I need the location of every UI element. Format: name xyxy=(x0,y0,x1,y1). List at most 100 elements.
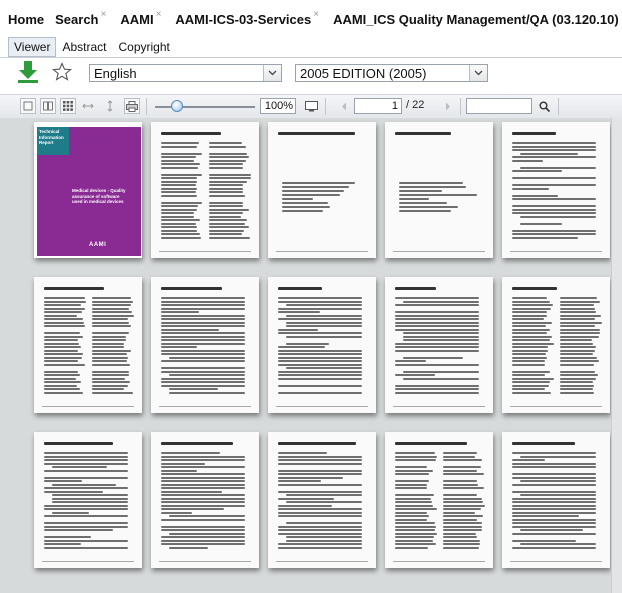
text-line xyxy=(443,525,483,528)
text-line xyxy=(209,205,244,207)
fullscreen-button[interactable] xyxy=(303,98,319,114)
close-tab-aami-ics-services-icon[interactable]: × xyxy=(313,9,319,20)
text-line xyxy=(443,511,476,514)
text-line xyxy=(161,156,196,158)
tab-viewer[interactable]: Viewer xyxy=(8,37,57,57)
text-line xyxy=(44,297,86,299)
text-line xyxy=(92,346,125,348)
two-page-view-button[interactable] xyxy=(40,98,56,114)
page-footer-line xyxy=(276,406,368,407)
close-tab-aami-icon[interactable]: × xyxy=(156,9,162,20)
fit-width-button[interactable] xyxy=(80,98,96,114)
text-line xyxy=(161,335,245,338)
zoom-input[interactable]: 100% xyxy=(260,98,296,114)
text-line xyxy=(278,504,333,507)
search-button[interactable] xyxy=(536,98,552,114)
text-line xyxy=(44,335,83,338)
thumbnail-viewer[interactable]: Technical Information Report ...........… xyxy=(0,118,622,593)
page-thumbnail[interactable] xyxy=(502,277,610,413)
page-thumbnail[interactable] xyxy=(502,432,610,568)
text-line xyxy=(92,335,126,338)
text-line xyxy=(161,377,245,380)
next-page-button[interactable] xyxy=(440,98,456,114)
text-line xyxy=(209,233,243,235)
page-thumbnail[interactable] xyxy=(151,122,259,258)
text-line xyxy=(92,300,133,303)
text-line xyxy=(443,459,482,461)
text-line xyxy=(512,145,596,148)
page-thumbnail[interactable] xyxy=(34,277,142,413)
vertical-scrollbar[interactable] xyxy=(611,118,622,593)
breadcrumb-aami-ics-services[interactable]: AAMI-ICS-03-Services × xyxy=(175,9,319,27)
text-line xyxy=(282,182,356,184)
edition-select[interactable]: 2005 EDITION (2005) xyxy=(295,64,488,82)
print-button[interactable] xyxy=(124,98,140,114)
favorite-star-icon[interactable] xyxy=(52,62,72,82)
text-line xyxy=(52,511,90,514)
text-line xyxy=(512,205,596,207)
page-thumbnail[interactable] xyxy=(385,122,493,258)
breadcrumb-aami[interactable]: AAMI × xyxy=(120,9,162,27)
text-line xyxy=(395,388,479,390)
chevron-down-icon xyxy=(263,65,281,81)
text-line xyxy=(443,536,478,538)
language-select[interactable]: English xyxy=(89,64,282,82)
chevron-left-icon xyxy=(342,102,346,110)
text-line xyxy=(278,525,362,528)
previous-page-button[interactable] xyxy=(336,98,352,114)
text-line xyxy=(161,480,245,482)
page-total: / 22 xyxy=(406,99,425,111)
page-thumbnail[interactable] xyxy=(502,122,610,258)
thumbnail-grid-button[interactable] xyxy=(60,98,76,114)
text-line xyxy=(161,321,245,324)
text-line xyxy=(395,459,437,461)
page-thumbnail[interactable] xyxy=(34,432,142,568)
download-icon[interactable] xyxy=(16,60,40,84)
text-line xyxy=(92,304,132,306)
tab-copyright[interactable]: Copyright xyxy=(112,37,175,57)
text-line xyxy=(512,360,546,362)
text-line xyxy=(512,518,596,521)
page-thumbnail[interactable] xyxy=(385,277,493,413)
text-line xyxy=(395,543,436,545)
text-line xyxy=(512,501,596,503)
text-line xyxy=(92,349,131,352)
page-thumbnail[interactable] xyxy=(151,432,259,568)
text-line xyxy=(44,462,128,465)
text-line xyxy=(209,166,243,169)
breadcrumb-home[interactable]: Home xyxy=(8,12,44,27)
page-thumbnail[interactable] xyxy=(268,122,376,258)
page-thumbnail[interactable] xyxy=(268,277,376,413)
text-line xyxy=(278,459,362,461)
text-line xyxy=(395,452,435,454)
zoom-slider-thumb[interactable] xyxy=(171,100,183,112)
text-line xyxy=(512,532,596,535)
text-line xyxy=(560,353,594,355)
text-line xyxy=(512,229,596,232)
page-thumbnail-cover[interactable]: Technical Information Report ...........… xyxy=(34,122,142,258)
text-line xyxy=(161,187,198,190)
page-footer-line xyxy=(159,251,251,252)
fit-height-button[interactable] xyxy=(102,98,118,114)
single-page-view-button[interactable] xyxy=(20,98,36,114)
close-tab-search-icon[interactable]: × xyxy=(101,9,107,20)
search-input[interactable] xyxy=(466,98,532,114)
text-line xyxy=(512,346,549,348)
text-line xyxy=(560,325,596,327)
page-heading-line xyxy=(44,287,104,290)
breadcrumb-quality-management[interactable]: AAMI_ICS Quality Management/QA (03.120.1… xyxy=(333,12,619,27)
page-thumbnail[interactable] xyxy=(268,432,376,568)
page-thumbnail[interactable] xyxy=(151,277,259,413)
text-line xyxy=(443,466,481,468)
zoom-slider-track[interactable] xyxy=(155,106,255,108)
text-line xyxy=(209,187,244,190)
text-line xyxy=(395,469,434,472)
text-line xyxy=(520,543,596,545)
breadcrumb-search[interactable]: Search × xyxy=(55,9,107,27)
text-line xyxy=(560,377,597,380)
tab-abstract[interactable]: Abstract xyxy=(56,37,112,57)
breadcrumb-search-label: Search xyxy=(55,11,99,27)
page-number-input[interactable]: 1 xyxy=(354,98,402,114)
page-thumbnail[interactable] xyxy=(385,432,493,568)
text-line xyxy=(209,159,246,162)
